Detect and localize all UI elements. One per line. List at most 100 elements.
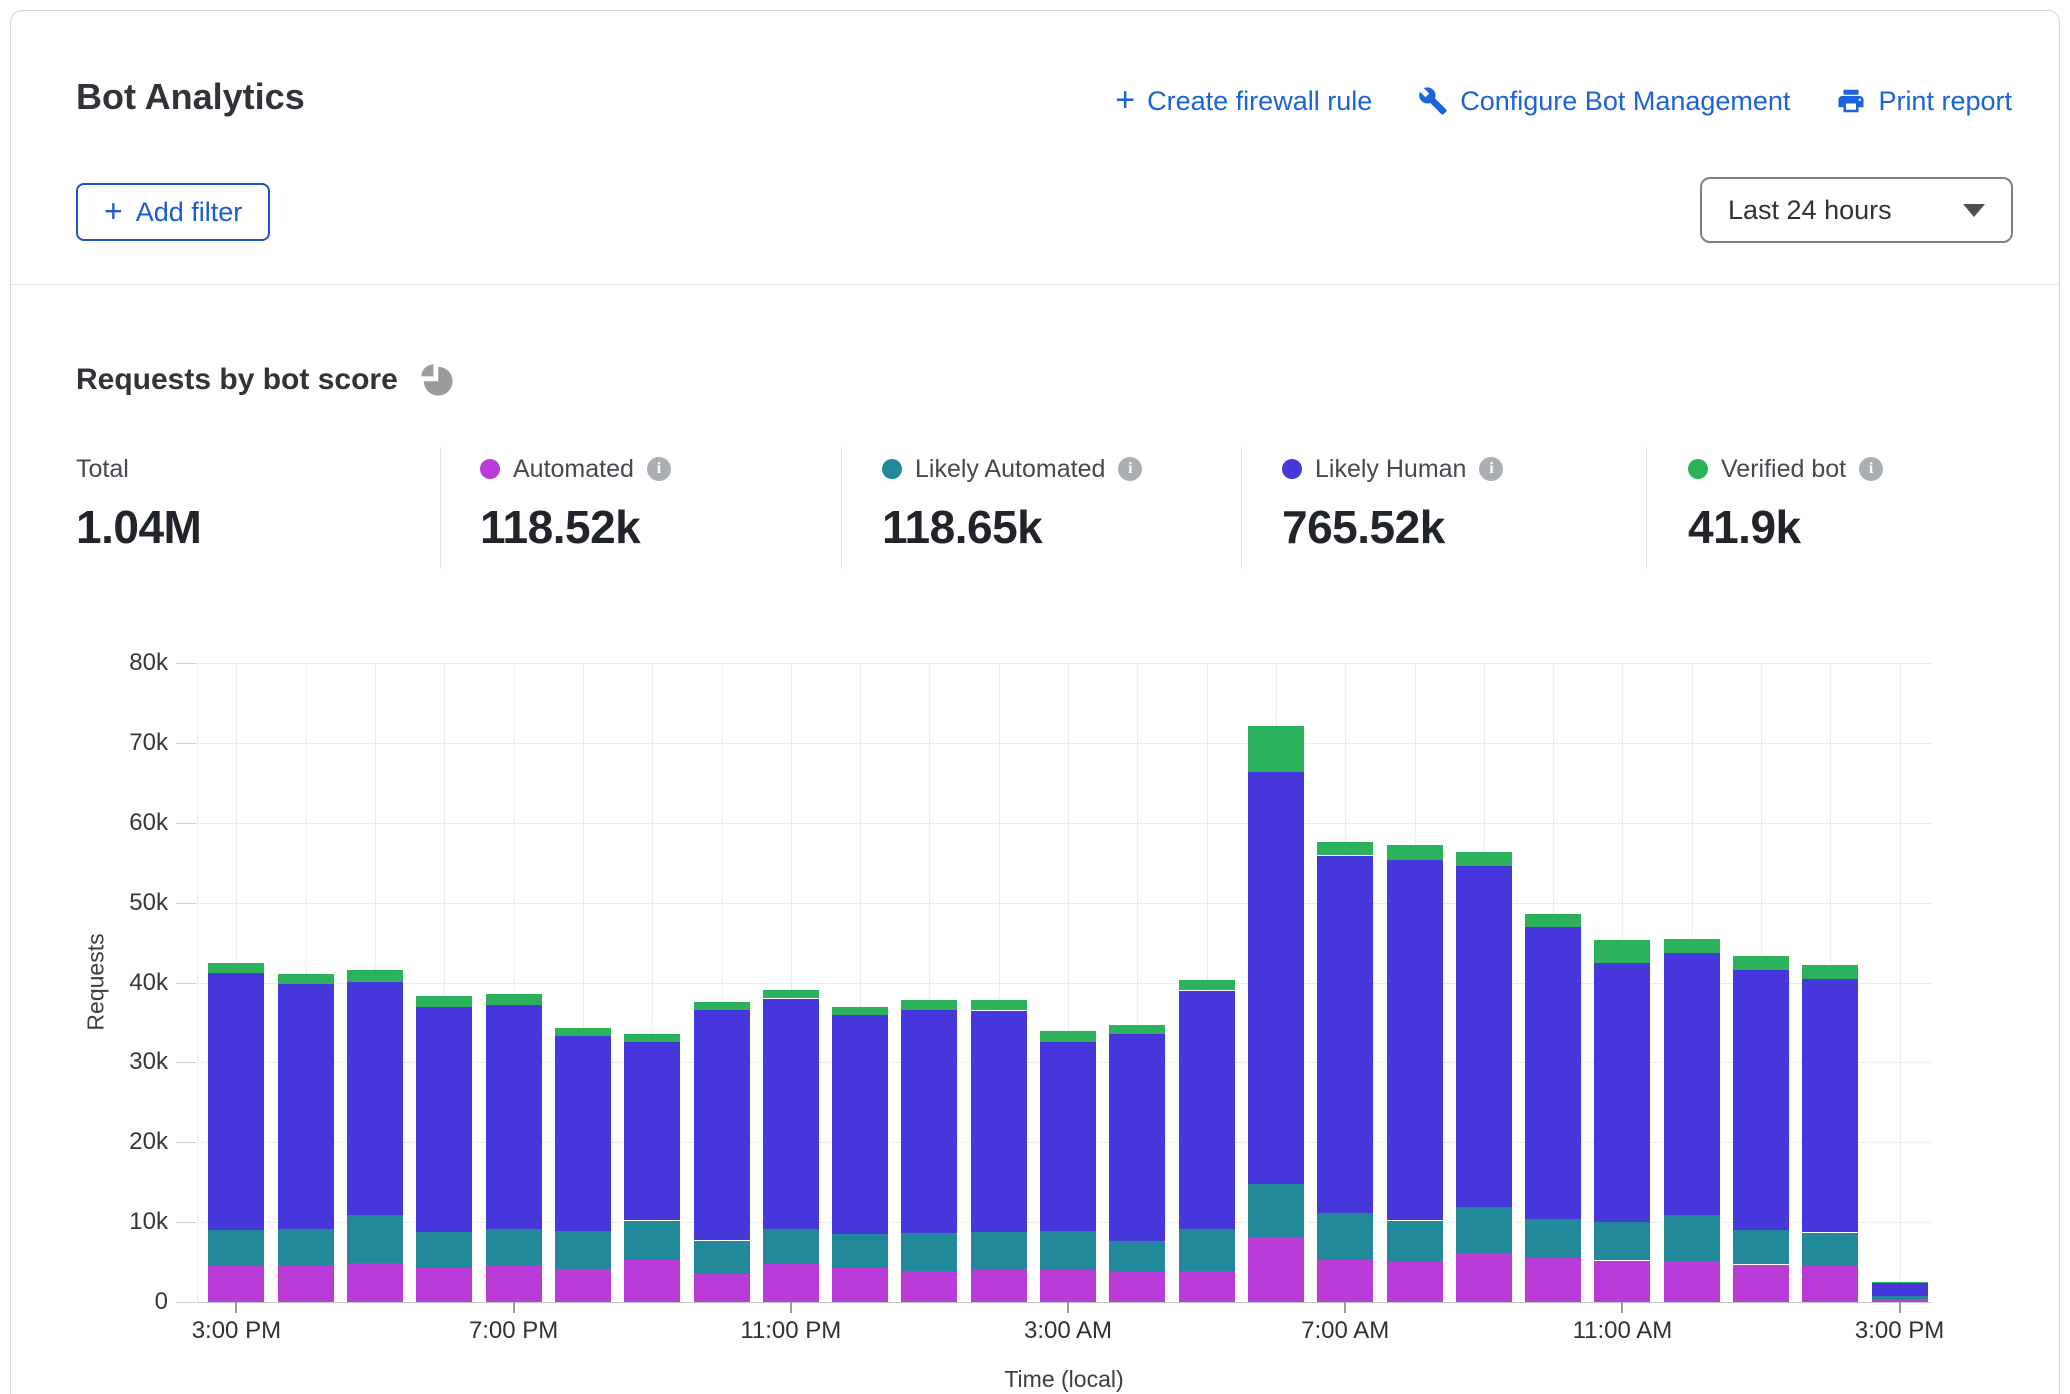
bar-segment-likely-human[interactable] xyxy=(1664,953,1720,1215)
print-report-link[interactable]: Print report xyxy=(1836,86,2012,117)
bar-segment-verified-bot[interactable] xyxy=(486,994,542,1005)
bar-segment-automated[interactable] xyxy=(1387,1262,1443,1302)
bar-segment-automated[interactable] xyxy=(555,1269,611,1302)
bar-segment-likely-automated[interactable] xyxy=(1525,1219,1581,1258)
bar-segment-likely-automated[interactable] xyxy=(1872,1296,1928,1299)
bar-segment-likely-human[interactable] xyxy=(694,1010,750,1241)
bar-segment-automated[interactable] xyxy=(763,1264,819,1302)
bar-segment-likely-human[interactable] xyxy=(1872,1283,1928,1297)
bar-segment-automated[interactable] xyxy=(624,1260,680,1302)
bar-segment-likely-automated[interactable] xyxy=(901,1233,957,1271)
bar-segment-automated[interactable] xyxy=(347,1263,403,1302)
bar-segment-automated[interactable] xyxy=(208,1265,264,1302)
bar-segment-verified-bot[interactable] xyxy=(416,996,472,1007)
bar-segment-likely-human[interactable] xyxy=(1317,856,1373,1214)
bar-segment-likely-automated[interactable] xyxy=(1040,1231,1096,1270)
bar-segment-likely-automated[interactable] xyxy=(208,1230,264,1265)
bar-segment-likely-automated[interactable] xyxy=(763,1229,819,1264)
bar-segment-likely-human[interactable] xyxy=(1594,963,1650,1222)
bar-segment-automated[interactable] xyxy=(416,1268,472,1302)
bar-segment-verified-bot[interactable] xyxy=(1594,940,1650,963)
bar-segment-likely-automated[interactable] xyxy=(416,1232,472,1268)
bar-segment-automated[interactable] xyxy=(486,1265,542,1302)
info-icon[interactable]: i xyxy=(647,457,671,481)
bar-segment-likely-human[interactable] xyxy=(1802,979,1858,1232)
bar-segment-automated[interactable] xyxy=(1525,1258,1581,1302)
add-filter-button[interactable]: + Add filter xyxy=(76,183,270,241)
bar-segment-likely-human[interactable] xyxy=(1040,1042,1096,1231)
bar-segment-likely-automated[interactable] xyxy=(1594,1222,1650,1260)
bar-segment-automated[interactable] xyxy=(901,1271,957,1302)
bar-segment-verified-bot[interactable] xyxy=(624,1034,680,1042)
info-icon[interactable]: i xyxy=(1118,457,1142,481)
bar-segment-likely-automated[interactable] xyxy=(1317,1213,1373,1259)
bar-segment-likely-automated[interactable] xyxy=(971,1232,1027,1270)
bar-segment-likely-human[interactable] xyxy=(901,1010,957,1233)
bar-segment-automated[interactable] xyxy=(1802,1265,1858,1302)
bar-segment-verified-bot[interactable] xyxy=(1317,842,1373,856)
bar-segment-likely-automated[interactable] xyxy=(1456,1207,1512,1253)
bar-segment-verified-bot[interactable] xyxy=(1387,845,1443,860)
bar-segment-likely-human[interactable] xyxy=(1387,860,1443,1220)
bar-segment-verified-bot[interactable] xyxy=(208,963,264,973)
bar-segment-automated[interactable] xyxy=(1317,1260,1373,1302)
bar-segment-likely-automated[interactable] xyxy=(1248,1184,1304,1238)
bar-segment-verified-bot[interactable] xyxy=(1109,1025,1165,1034)
bar-segment-likely-human[interactable] xyxy=(486,1005,542,1229)
bar-segment-likely-human[interactable] xyxy=(1109,1034,1165,1242)
configure-bot-management-link[interactable]: Configure Bot Management xyxy=(1418,86,1790,117)
bar-segment-verified-bot[interactable] xyxy=(1872,1282,1928,1283)
bar-segment-verified-bot[interactable] xyxy=(1248,726,1304,772)
bar-segment-likely-automated[interactable] xyxy=(1179,1229,1235,1271)
bar-segment-verified-bot[interactable] xyxy=(971,1000,1027,1010)
bar-segment-verified-bot[interactable] xyxy=(694,1002,750,1010)
bar-segment-likely-automated[interactable] xyxy=(1802,1233,1858,1266)
bar-segment-likely-human[interactable] xyxy=(416,1007,472,1231)
bar-segment-automated[interactable] xyxy=(1594,1261,1650,1303)
info-icon[interactable]: i xyxy=(1479,457,1503,481)
bar-segment-verified-bot[interactable] xyxy=(347,970,403,982)
bar-segment-likely-human[interactable] xyxy=(208,973,264,1230)
bar-segment-likely-human[interactable] xyxy=(971,1011,1027,1232)
bar-segment-likely-human[interactable] xyxy=(1733,970,1789,1230)
bar-segment-verified-bot[interactable] xyxy=(1525,914,1581,928)
info-icon[interactable]: i xyxy=(1859,457,1883,481)
bar-segment-likely-automated[interactable] xyxy=(694,1241,750,1275)
bar-segment-likely-automated[interactable] xyxy=(832,1234,888,1268)
bar-segment-automated[interactable] xyxy=(1664,1261,1720,1302)
bar-segment-likely-automated[interactable] xyxy=(624,1221,680,1260)
bar-segment-automated[interactable] xyxy=(1733,1265,1789,1303)
bar-segment-likely-human[interactable] xyxy=(1525,927,1581,1219)
bar-segment-automated[interactable] xyxy=(1109,1272,1165,1302)
bar-segment-likely-automated[interactable] xyxy=(1664,1215,1720,1261)
bar-segment-automated[interactable] xyxy=(1040,1270,1096,1302)
bar-segment-verified-bot[interactable] xyxy=(763,990,819,999)
bar-segment-likely-human[interactable] xyxy=(555,1036,611,1231)
bar-segment-likely-human[interactable] xyxy=(832,1015,888,1234)
bar-segment-automated[interactable] xyxy=(1456,1253,1512,1302)
bar-segment-likely-human[interactable] xyxy=(763,999,819,1229)
bar-segment-likely-automated[interactable] xyxy=(555,1231,611,1269)
bar-segment-likely-human[interactable] xyxy=(278,984,334,1229)
bar-segment-likely-human[interactable] xyxy=(347,982,403,1215)
bar-segment-automated[interactable] xyxy=(971,1270,1027,1302)
bar-segment-verified-bot[interactable] xyxy=(278,974,334,984)
bar-segment-verified-bot[interactable] xyxy=(1040,1031,1096,1041)
bar-segment-likely-human[interactable] xyxy=(1179,991,1235,1230)
bar-segment-verified-bot[interactable] xyxy=(555,1028,611,1036)
bar-segment-likely-automated[interactable] xyxy=(1387,1221,1443,1263)
bar-segment-likely-human[interactable] xyxy=(624,1042,680,1220)
bar-segment-likely-automated[interactable] xyxy=(278,1229,334,1265)
bar-segment-verified-bot[interactable] xyxy=(1179,980,1235,990)
bar-segment-likely-automated[interactable] xyxy=(1733,1230,1789,1264)
bar-segment-likely-automated[interactable] xyxy=(486,1229,542,1265)
bar-segment-verified-bot[interactable] xyxy=(1733,956,1789,970)
bar-segment-automated[interactable] xyxy=(278,1265,334,1302)
bar-segment-verified-bot[interactable] xyxy=(832,1007,888,1015)
bar-segment-automated[interactable] xyxy=(1179,1271,1235,1302)
bar-segment-likely-automated[interactable] xyxy=(347,1215,403,1263)
bar-segment-automated[interactable] xyxy=(1248,1237,1304,1302)
bar-segment-verified-bot[interactable] xyxy=(1802,965,1858,979)
bar-segment-likely-automated[interactable] xyxy=(1109,1241,1165,1271)
bar-segment-verified-bot[interactable] xyxy=(901,1000,957,1010)
